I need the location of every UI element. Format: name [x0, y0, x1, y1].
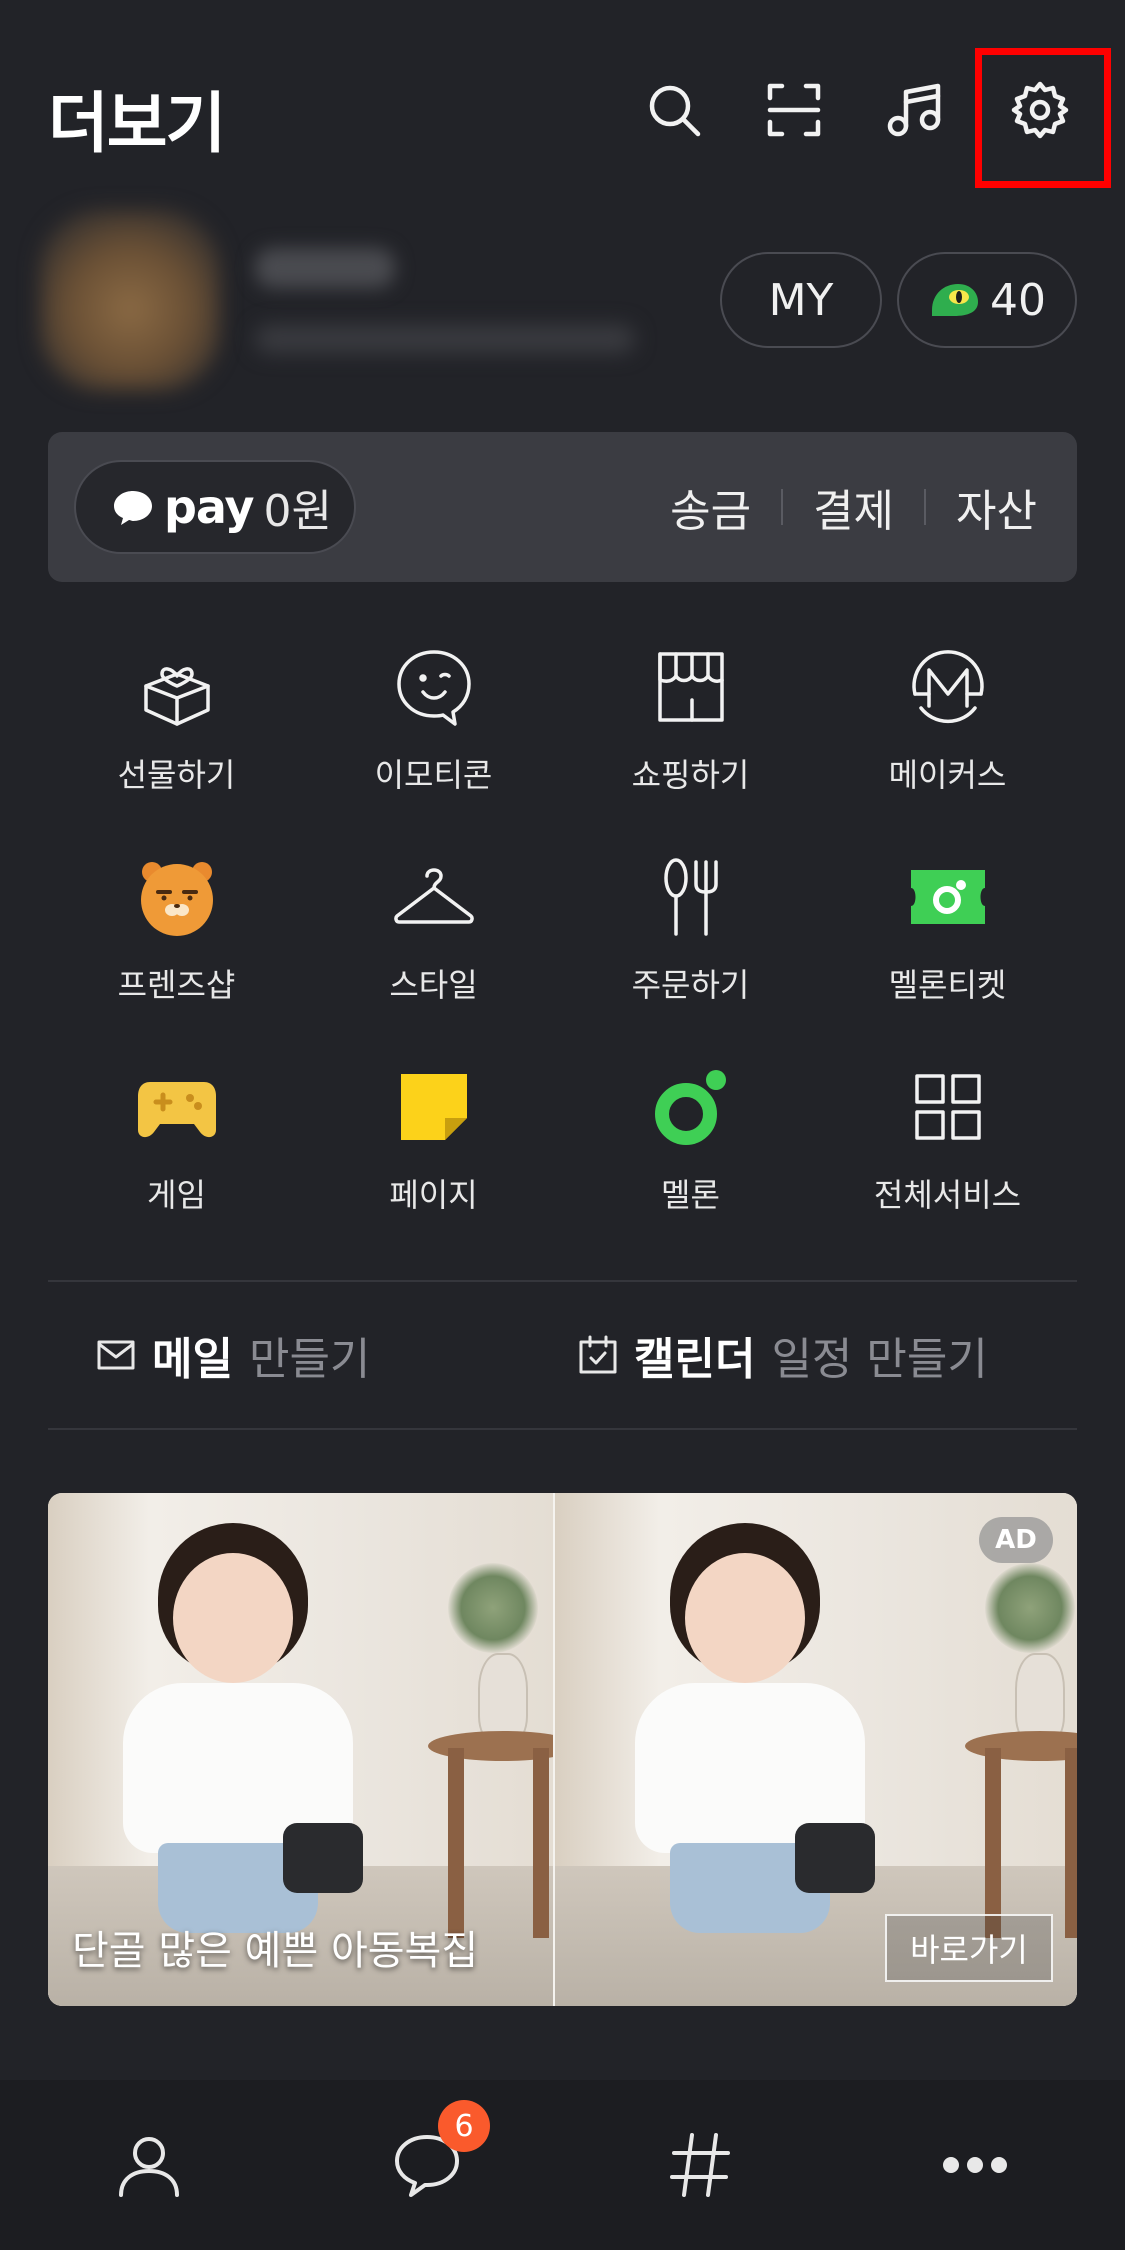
gamepad-icon — [136, 1066, 218, 1148]
calendar-sub-label: 일정 만들기 — [771, 1334, 988, 1385]
scan-icon[interactable] — [762, 78, 826, 142]
pay-links: 송금 결제 자산 — [670, 432, 1037, 582]
service-friendsshop[interactable]: 프렌즈샵 — [48, 830, 305, 1010]
service-style[interactable]: 스타일 — [305, 830, 562, 1010]
service-emoticon[interactable]: 이모티콘 — [305, 620, 562, 800]
my-button-label: MY — [768, 274, 834, 326]
ad-child-bag — [283, 1823, 363, 1893]
pay-bar: pay 0원 송금 결제 자산 — [48, 432, 1077, 582]
ad-stool-leg — [448, 1748, 464, 1938]
hashtag-icon — [670, 2133, 730, 2197]
utensils-icon — [650, 856, 732, 938]
ad-plant — [985, 1563, 1075, 1653]
pay-link-payment[interactable]: 결제 — [813, 475, 894, 539]
page-title: 더보기 — [48, 85, 226, 162]
ad-banner[interactable]: 단골 많은 예쁜 아동복집 AD 바로가기 — [48, 1493, 1077, 2006]
service-melon[interactable]: 멜론 — [562, 1040, 819, 1220]
nav-friends[interactable] — [104, 2120, 194, 2210]
header: 더보기 — [0, 0, 1125, 200]
talk-bubble-icon — [114, 491, 152, 525]
ad-child-bag — [795, 1823, 875, 1893]
divider — [48, 1428, 1077, 1430]
coin-button[interactable]: 40 — [897, 252, 1077, 348]
pay-amount: 0원 — [263, 486, 333, 537]
service-label: 쇼핑하기 — [631, 756, 750, 794]
friends-ryan-icon — [136, 856, 218, 938]
chat-unread-badge: 6 — [438, 2100, 490, 2152]
service-gift[interactable]: 선물하기 — [48, 620, 305, 800]
ad-badge: AD — [979, 1517, 1053, 1563]
service-label: 이모티콘 — [374, 756, 493, 794]
calendar-icon — [579, 1335, 617, 1374]
mail-label: 메일 — [152, 1334, 233, 1385]
service-label: 멜론티켓 — [888, 966, 1007, 1004]
ad-vase — [478, 1653, 528, 1743]
service-label: 게임 — [147, 1176, 206, 1214]
ad-child-face — [173, 1553, 293, 1683]
service-label: 주문하기 — [631, 966, 750, 1004]
service-melonticket[interactable]: 멜론티켓 — [819, 830, 1076, 1010]
service-label: 스타일 — [389, 966, 478, 1004]
ad-go-button[interactable]: 바로가기 — [885, 1914, 1053, 1982]
profile-section[interactable]: MY 40 — [0, 200, 1125, 410]
service-shopping[interactable]: 쇼핑하기 — [562, 620, 819, 800]
pay-link-remit[interactable]: 송금 — [670, 475, 751, 539]
pay-balance-button[interactable]: pay 0원 — [74, 460, 356, 554]
profile-status-blurred — [255, 325, 635, 353]
service-label: 전체서비스 — [873, 1176, 1022, 1214]
service-all[interactable]: 전체서비스 — [819, 1040, 1076, 1220]
calendar-label: 캘린더 — [634, 1334, 756, 1385]
mail-icon — [97, 1340, 135, 1370]
service-label: 멜론 — [661, 1176, 720, 1214]
melon-ticket-icon — [907, 856, 989, 938]
emoticon-icon — [393, 646, 475, 728]
nav-view[interactable] — [655, 2120, 745, 2210]
grid-icon — [907, 1066, 989, 1148]
gift-icon — [136, 646, 218, 728]
ad-stool-leg — [1065, 1748, 1077, 1938]
nav-more[interactable] — [930, 2120, 1020, 2210]
service-order[interactable]: 주문하기 — [562, 830, 819, 1010]
hanger-icon — [393, 856, 475, 938]
calendar-shortcut[interactable]: 캘린더 일정 만들기 — [578, 1320, 988, 1390]
mail-shortcut[interactable]: 메일 만들기 — [96, 1320, 370, 1390]
more-icon — [943, 2157, 1007, 2173]
my-button[interactable]: MY — [720, 252, 882, 348]
service-makers[interactable]: 메이커스 — [819, 620, 1076, 800]
settings-highlight-box — [975, 48, 1111, 188]
ad-stool — [965, 1731, 1077, 1761]
pay-link-assets[interactable]: 자산 — [956, 475, 1037, 539]
service-label: 선물하기 — [117, 756, 236, 794]
search-icon[interactable] — [642, 78, 706, 142]
divider — [781, 489, 784, 525]
friends-icon — [119, 2137, 179, 2197]
melon-icon — [650, 1066, 732, 1148]
page-icon — [393, 1066, 475, 1148]
mail-sub-label: 만들기 — [248, 1334, 371, 1385]
avatar[interactable] — [40, 210, 220, 390]
pay-logo: pay — [164, 480, 255, 534]
ad-stool-leg — [985, 1748, 1001, 1938]
service-game[interactable]: 게임 — [48, 1040, 305, 1220]
ad-plant — [448, 1563, 538, 1653]
profile-name-blurred — [255, 248, 395, 288]
service-label: 페이지 — [389, 1176, 478, 1214]
ad-vase — [1015, 1653, 1065, 1743]
music-icon[interactable] — [882, 78, 946, 142]
service-page[interactable]: 페이지 — [305, 1040, 562, 1220]
coin-count: 40 — [990, 274, 1046, 326]
ad-child-face — [685, 1553, 805, 1683]
divider — [924, 489, 927, 525]
shop-icon — [650, 646, 732, 728]
ad-stool-leg — [533, 1748, 549, 1938]
service-label: 메이커스 — [888, 756, 1007, 794]
divider — [48, 1280, 1077, 1282]
service-label: 프렌즈샵 — [117, 966, 236, 1004]
makers-icon — [907, 646, 989, 728]
bottom-nav: 6 — [0, 2080, 1125, 2250]
ad-caption: 단골 많은 예쁜 아동복집 — [72, 1928, 479, 1974]
coin-icon — [932, 284, 978, 316]
